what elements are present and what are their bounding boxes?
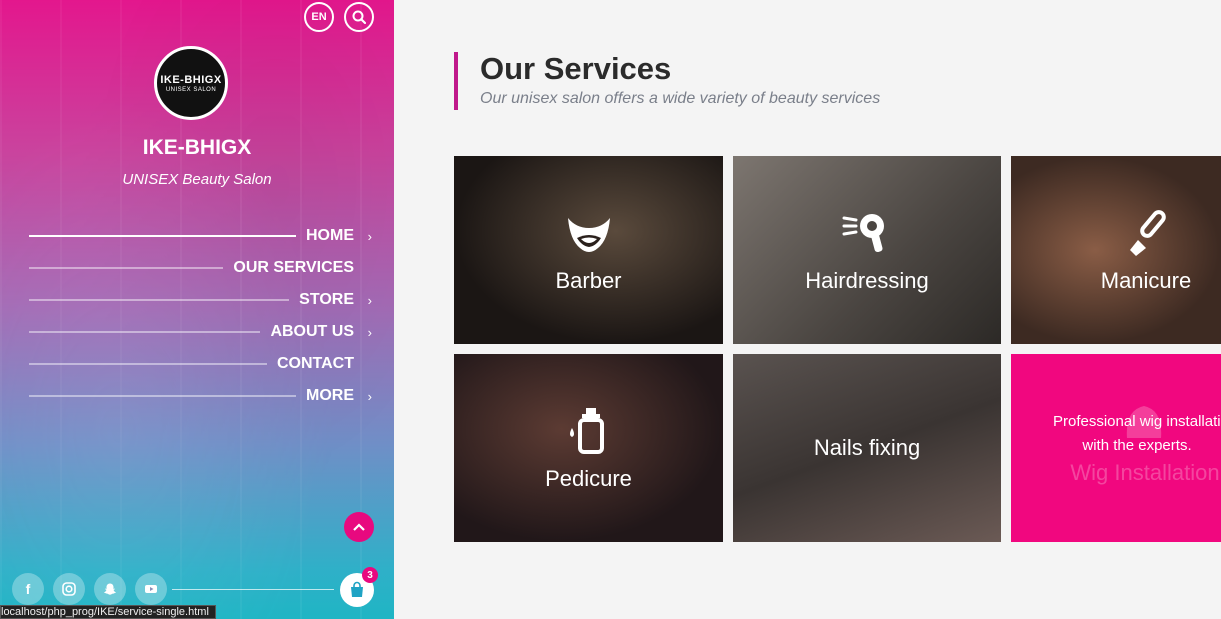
snapchat-icon[interactable]: [94, 573, 126, 605]
scroll-top-button[interactable]: [344, 512, 374, 542]
nav-label: CONTACT: [276, 355, 354, 372]
service-name: Nails fixing: [813, 435, 921, 460]
nav-label: ABOUT US: [270, 323, 354, 340]
service-name: Hairdressing: [805, 268, 929, 293]
brand-logo[interactable]: IKE-BHIGX UNISEX SALON: [154, 46, 228, 120]
instagram-icon[interactable]: [53, 573, 85, 605]
chevron-right-icon: ›: [367, 324, 372, 340]
nav-line: [29, 235, 296, 237]
language-button[interactable]: EN: [304, 2, 334, 32]
nav-item-more[interactable]: MORE ›: [29, 380, 374, 412]
service-tile-barber[interactable]: Barber: [454, 156, 723, 344]
brand-tagline: UNISEX Beauty Salon: [122, 171, 272, 188]
service-name: Wig Installation: [1070, 460, 1220, 485]
cart-count-badge: 3: [362, 567, 378, 583]
chevron-right-icon: ›: [367, 292, 372, 308]
nav-line: [29, 299, 290, 301]
sidebar: EN IKE-BHIGX UNISEX SALON IKE-BHIGX UNIS…: [0, 0, 394, 619]
service-photo: [1011, 156, 1221, 344]
service-tile-wig-installation[interactable]: Professional wig installation with the e…: [1011, 354, 1221, 542]
hairdryer-icon: [842, 214, 884, 253]
service-name: Pedicure: [545, 466, 632, 491]
section-heading: Our Services Our unisex salon offers a w…: [454, 52, 880, 110]
search-button[interactable]: [344, 2, 374, 32]
nav-line: [29, 267, 224, 269]
service-description-line2: with the experts.: [1082, 437, 1192, 454]
page-subtitle: Our unisex salon offers a wide variety o…: [480, 90, 881, 107]
beard-icon: [567, 218, 610, 252]
divider: [172, 589, 334, 590]
status-url: localhost/php_prog/IKE/service-single.ht…: [0, 605, 216, 619]
page-title: Our Services: [480, 51, 672, 86]
lotion-bottle-icon: [569, 408, 604, 454]
nav-label: MORE: [306, 387, 354, 404]
service-tile-manicure[interactable]: Manicure: [1011, 156, 1221, 344]
service-description-line1: Professional wig installation: [1053, 413, 1221, 430]
youtube-icon[interactable]: [135, 573, 167, 605]
nav-label: STORE: [299, 291, 354, 308]
nav-line: [29, 395, 296, 397]
nav-item-contact[interactable]: CONTACT: [29, 348, 374, 380]
nav-item-our-services[interactable]: OUR SERVICES: [29, 252, 374, 284]
facebook-icon[interactable]: f: [12, 573, 44, 605]
chevron-right-icon: ›: [367, 388, 372, 404]
service-description: Professional wig installation with the e…: [1011, 410, 1221, 458]
chevron-right-icon: ›: [367, 228, 372, 244]
nav-item-about-us[interactable]: ABOUT US ›: [29, 316, 374, 348]
nav-line: [29, 331, 261, 333]
logo-text: IKE-BHIGX: [160, 73, 222, 86]
nav-label: HOME: [306, 227, 354, 244]
nav-item-store[interactable]: STORE ›: [29, 284, 374, 316]
nav-label: OUR SERVICES: [233, 259, 354, 276]
search-icon: [352, 10, 366, 24]
nail-brush-icon: [1130, 210, 1166, 256]
logo-subtext: UNISEX SALON: [165, 86, 217, 93]
brand-name: IKE-BHIGX: [142, 136, 252, 159]
service-name: Barber: [555, 268, 622, 293]
service-tile-hairdressing[interactable]: Hairdressing: [733, 156, 1001, 344]
main-nav: HOME › OUR SERVICES STORE › ABOUT US › C…: [29, 220, 374, 412]
service-tile-pedicure[interactable]: Pedicure: [454, 354, 723, 542]
nav-line: [29, 363, 267, 365]
chevron-up-icon: [353, 523, 365, 531]
shopping-bag-icon: [351, 581, 363, 597]
social-links: f: [12, 573, 167, 605]
top-icons: EN: [304, 2, 374, 32]
service-name: Manicure: [1100, 268, 1192, 293]
nav-item-home[interactable]: HOME ›: [29, 220, 374, 252]
service-tile-nails-fixing[interactable]: Nails fixing: [733, 354, 1001, 542]
